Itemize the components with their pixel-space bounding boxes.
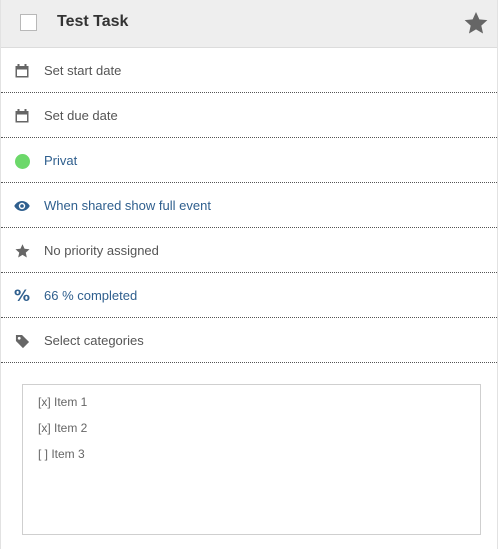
task-title[interactable]: Test Task: [57, 13, 128, 31]
green-dot-icon: [12, 151, 32, 171]
due-date-row[interactable]: Set due date: [1, 93, 497, 138]
calendar-icon: [12, 61, 32, 81]
tag-icon: [12, 331, 32, 351]
progress-label: 66 % completed: [44, 288, 138, 303]
calendar-icon: [12, 106, 32, 126]
task-done-checkbox[interactable]: [20, 14, 37, 31]
notes-line: [ ] Item 3: [38, 447, 85, 461]
favorite-star-icon[interactable]: [462, 10, 490, 36]
task-detail-panel: Test Task Set start date Set due date Pr…: [0, 0, 498, 549]
categories-row[interactable]: Select categories: [1, 318, 497, 363]
notes-line: [x] Item 1: [38, 395, 88, 409]
priority-row[interactable]: No priority assigned: [1, 228, 497, 273]
notes-textarea[interactable]: [x] Item 1 [x] Item 2 [ ] Item 3: [22, 384, 481, 535]
star-icon: [12, 241, 32, 261]
visibility-label: When shared show full event: [44, 198, 211, 213]
visibility-row[interactable]: When shared show full event: [1, 183, 497, 228]
notes-line: [x] Item 2: [38, 421, 88, 435]
task-header: Test Task: [1, 0, 497, 48]
percent-icon: %: [13, 286, 31, 305]
priority-label: No priority assigned: [44, 243, 159, 258]
start-date-label: Set start date: [44, 63, 122, 78]
eye-icon: [12, 196, 32, 216]
due-date-label: Set due date: [44, 108, 118, 123]
privacy-label: Privat: [44, 153, 78, 168]
categories-label: Select categories: [44, 333, 144, 348]
start-date-row[interactable]: Set start date: [1, 48, 497, 93]
privacy-row[interactable]: Privat: [1, 138, 497, 183]
progress-row[interactable]: % 66 % completed: [1, 273, 497, 318]
